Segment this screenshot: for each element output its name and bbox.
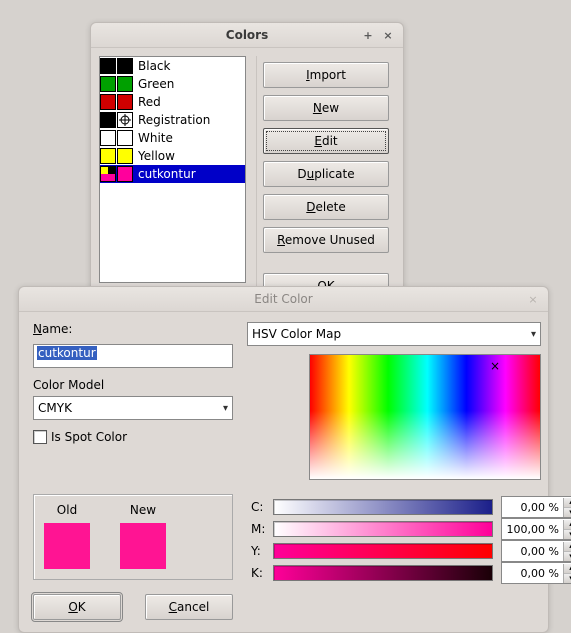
k-spin[interactable]: 0,00 %▴▾ [501, 562, 571, 584]
delete-button[interactable]: Delete [263, 194, 389, 220]
edit-cancel-button[interactable]: Cancel [145, 594, 233, 620]
new-color-swatch [120, 523, 166, 569]
edit-color-titlebar: Edit Color × [19, 287, 548, 312]
spin-down-icon[interactable]: ▾ [564, 508, 571, 517]
spin-down-icon[interactable]: ▾ [564, 574, 571, 583]
colors-titlebar: Colors + × [91, 23, 403, 48]
color-swatch [100, 94, 116, 110]
hsv-color-map[interactable]: × [309, 354, 541, 480]
registration-icon [117, 112, 133, 128]
remove-unused-button[interactable]: Remove Unused [263, 227, 389, 253]
spin-up-icon[interactable]: ▴ [564, 564, 571, 574]
color-model-select[interactable]: CMYK ▾ [33, 396, 233, 420]
color-model-label: Color Model [33, 378, 233, 392]
spin-up-icon[interactable]: ▴ [564, 498, 571, 508]
import-button[interactable]: Import [263, 62, 389, 88]
c-slider[interactable] [273, 499, 493, 515]
color-swatch [100, 148, 116, 164]
color-list[interactable]: Black Green Red Registration White Yellow cutk… [99, 56, 246, 283]
is-spot-checkbox[interactable]: Is Spot Color [33, 430, 233, 444]
k-slider[interactable] [273, 565, 493, 581]
y-slider[interactable] [273, 543, 493, 559]
chevron-down-icon: ▾ [531, 329, 536, 340]
old-new-panel: Old New [33, 494, 233, 580]
spin-up-icon[interactable]: ▴ [564, 520, 571, 530]
name-input[interactable]: cutkontur [33, 344, 233, 368]
y-label: Y: [251, 544, 265, 558]
m-spin[interactable]: 100,00 %▴▾ [501, 518, 571, 540]
color-swatch [100, 130, 116, 146]
hsv-marker: × [490, 359, 500, 373]
y-spin[interactable]: 0,00 %▴▾ [501, 540, 571, 562]
list-item[interactable]: Green [100, 75, 245, 93]
window-close-button[interactable]: × [381, 28, 395, 42]
color-actions-column: Import New Edit Duplicate Delete Remove … [256, 56, 395, 299]
c-spin[interactable]: 0,00 %▴▾ [501, 496, 571, 518]
color-swatch [100, 58, 116, 74]
spin-down-icon[interactable]: ▾ [564, 552, 571, 561]
edit-ok-button[interactable]: OK [33, 594, 121, 620]
new-label: New [130, 503, 156, 517]
new-button[interactable]: New [263, 95, 389, 121]
name-label: Name: [33, 322, 233, 336]
list-item-label: cutkontur [134, 167, 196, 181]
list-item[interactable]: Yellow [100, 147, 245, 165]
m-label: M: [251, 522, 265, 536]
list-item[interactable]: cutkontur [100, 165, 245, 183]
old-color-swatch [44, 523, 90, 569]
list-item-label: Registration [134, 113, 210, 127]
list-item-label: Green [134, 77, 174, 91]
spin-down-icon[interactable]: ▾ [564, 530, 571, 539]
c-label: C: [251, 500, 265, 514]
list-item-label: Red [134, 95, 161, 109]
color-swatch [100, 76, 116, 92]
list-item[interactable]: White [100, 129, 245, 147]
colors-title: Colors [226, 28, 268, 42]
duplicate-button[interactable]: Duplicate [263, 161, 389, 187]
list-item-label: White [134, 131, 173, 145]
list-item[interactable]: Red [100, 93, 245, 111]
colors-window: Colors + × Black Green Red Registration Whit… [90, 22, 404, 310]
list-item-label: Black [134, 59, 170, 73]
edit-color-title: Edit Color [254, 292, 312, 306]
edit-close-button[interactable]: × [526, 292, 540, 306]
edit-color-window: Edit Color × Name: cutkontur Color Model… [18, 286, 549, 633]
checkbox-box [33, 430, 47, 444]
list-item[interactable]: Black [100, 57, 245, 75]
old-label: Old [57, 503, 77, 517]
color-map-select[interactable]: HSV Color Map ▾ [247, 322, 541, 346]
list-item-label: Yellow [134, 149, 175, 163]
spin-up-icon[interactable]: ▴ [564, 542, 571, 552]
window-shade-button[interactable]: + [361, 28, 375, 42]
list-item[interactable]: Registration [100, 111, 245, 129]
m-slider[interactable] [273, 521, 493, 537]
chevron-down-icon: ▾ [223, 403, 228, 414]
k-label: K: [251, 566, 265, 580]
edit-button[interactable]: Edit [263, 128, 389, 154]
color-swatch [100, 166, 116, 182]
